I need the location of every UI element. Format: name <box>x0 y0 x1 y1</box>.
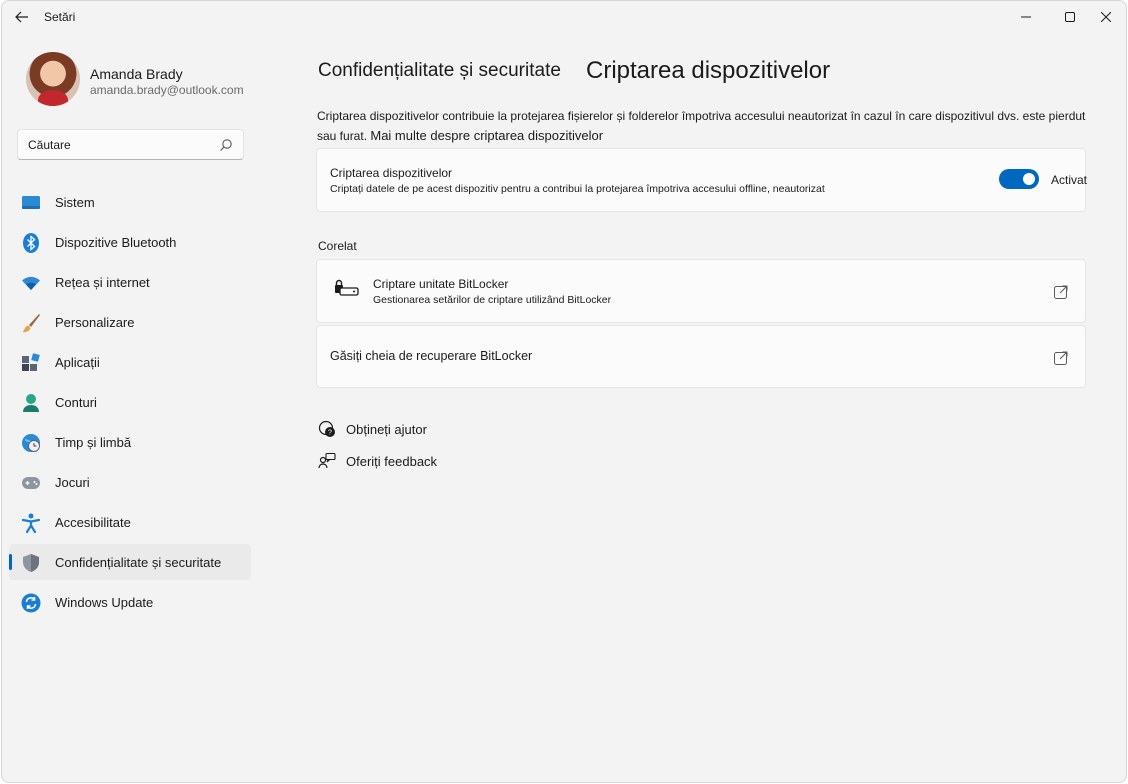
encryption-card-subtitle: Criptați datele de pe acest dispozitiv p… <box>330 183 825 195</box>
page-title: Criptarea dispozitivelor <box>586 57 831 84</box>
sidebar-item-conturi[interactable]: Conturi <box>9 384 251 420</box>
settings-window: Setări Amanda Brady amanda.brady@outlook… <box>1 0 1127 783</box>
back-button[interactable] <box>10 7 34 27</box>
sidebar-item-label: Aplicații <box>55 355 100 370</box>
search-input[interactable] <box>28 136 208 154</box>
sidebar-item-label: Dispozitive Bluetooth <box>55 235 177 250</box>
sidebar-item-label: Conturi <box>55 395 97 410</box>
brush-icon <box>21 313 41 333</box>
bitlocker-card-subtitle: Gestionarea setărilor de criptare utiliz… <box>373 294 612 306</box>
toggle-knob <box>1023 173 1035 185</box>
minimize-icon <box>1021 16 1031 18</box>
help-chat-icon: ? <box>318 420 335 437</box>
breadcrumb-parent[interactable]: Confidențialitate și securitate <box>318 60 561 82</box>
gamepad-icon <box>21 473 41 493</box>
get-help-label: Obțineți ajutor <box>346 421 427 437</box>
sidebar-item-label: Rețea și internet <box>55 275 150 290</box>
wifi-icon <box>21 273 41 293</box>
apps-icon <box>21 353 41 373</box>
device-encryption-card: Criptarea dispozitivelor Criptați datele… <box>316 148 1088 212</box>
search-icon[interactable] <box>219 138 233 152</box>
user-email: amanda.brady@outlook.com <box>90 83 244 97</box>
related-section-label: Corelat <box>318 239 357 253</box>
globe-clock-icon <box>21 433 41 453</box>
get-help-link[interactable]: ? Obțineți ajutor <box>318 420 427 438</box>
search-box[interactable] <box>17 129 244 160</box>
bluetooth-icon <box>21 233 41 253</box>
external-link-icon <box>1054 285 1068 299</box>
sidebar-item-label: Confidențialitate și securitate <box>55 555 222 570</box>
page-description: Criptarea dispozitivelor contribuie la p… <box>317 106 1097 146</box>
toggle-state-label: Activat <box>1051 173 1088 187</box>
learn-more-link[interactable]: Mai multe despre criptarea dispozitivelo… <box>370 128 603 143</box>
sidebar-item-retea[interactable]: Rețea și internet <box>9 264 251 300</box>
sidebar-item-accesibilitate[interactable]: Accesibilitate <box>9 504 251 540</box>
encryption-card-title: Criptarea dispozitivelor <box>330 166 453 180</box>
sidebar-nav: Sistem Dispozitive Bluetooth Rețea și in… <box>9 184 251 624</box>
arrow-left-icon <box>15 11 28 23</box>
sidebar-item-timp[interactable]: Timp și limbă <box>9 424 251 460</box>
minimize-button[interactable] <box>1004 1 1048 33</box>
maximize-icon <box>1065 12 1075 22</box>
sidebar-item-aplicatii[interactable]: Aplicații <box>9 344 251 380</box>
recovery-key-card[interactable]: Găsiți cheia de recuperare BitLocker <box>316 325 1086 388</box>
sidebar-item-sistem[interactable]: Sistem <box>9 184 251 220</box>
bitlocker-card-title: Criptare unitate BitLocker <box>373 277 509 291</box>
system-monitor-icon <box>21 193 41 213</box>
give-feedback-link[interactable]: Oferiți feedback <box>318 452 437 470</box>
external-link-icon <box>1054 351 1068 365</box>
sidebar-item-label: Accesibilitate <box>55 515 131 530</box>
give-feedback-label: Oferiți feedback <box>346 453 438 469</box>
accessibility-icon <box>21 513 41 533</box>
shield-icon <box>21 553 41 573</box>
close-icon <box>1101 12 1111 22</box>
sidebar-item-label: Sistem <box>55 195 95 210</box>
feedback-icon <box>318 452 336 469</box>
app-title: Setări <box>44 10 76 24</box>
drive-lock-icon <box>335 279 359 296</box>
close-button[interactable] <box>1084 1 1126 33</box>
person-icon <box>21 393 41 413</box>
recovery-card-title: Găsiți cheia de recuperare BitLocker <box>330 349 533 363</box>
update-icon <box>21 593 41 613</box>
title-bar: Setări <box>2 1 1126 33</box>
sidebar-item-label: Timp și limbă <box>55 435 132 450</box>
bitlocker-card[interactable]: Criptare unitate BitLocker Gestionarea s… <box>316 259 1086 323</box>
user-name: Amanda Brady <box>90 66 183 82</box>
sidebar-item-label: Windows Update <box>55 595 154 610</box>
sidebar-item-personalizare[interactable]: Personalizare <box>9 304 251 340</box>
sidebar-item-jocuri[interactable]: Jocuri <box>9 464 251 500</box>
svg-text:?: ? <box>328 430 332 437</box>
avatar[interactable] <box>26 52 80 106</box>
sidebar-item-bluetooth[interactable]: Dispozitive Bluetooth <box>9 224 251 260</box>
encryption-toggle[interactable] <box>999 169 1039 189</box>
sidebar-item-windows-update[interactable]: Windows Update <box>9 584 251 620</box>
sidebar-item-label: Personalizare <box>55 315 135 330</box>
sidebar-item-confidentialitate[interactable]: Confidențialitate și securitate <box>9 544 251 580</box>
sidebar-item-label: Jocuri <box>55 475 90 490</box>
